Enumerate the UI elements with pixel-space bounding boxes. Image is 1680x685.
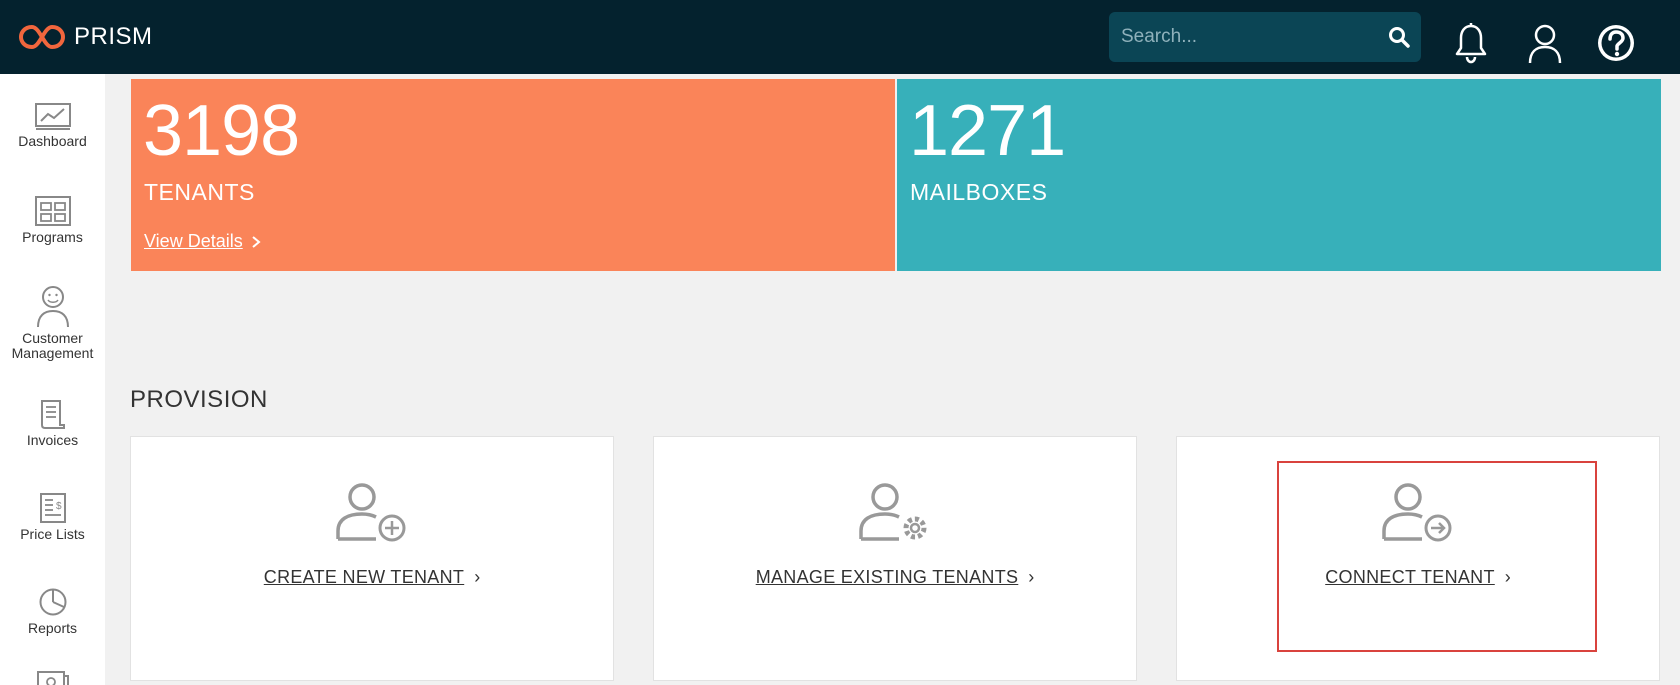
chart-icon [34, 103, 71, 130]
search-icon[interactable] [1387, 25, 1411, 49]
tenants-label: TENANTS [144, 179, 255, 205]
view-details-link[interactable]: View Details [144, 231, 261, 252]
sidebar-item-reports[interactable]: Reports [0, 587, 105, 636]
connect-tenant-label: CONNECT TENANT [1325, 567, 1495, 587]
mailboxes-label: MAILBOXES [910, 179, 1048, 205]
brand[interactable]: PRISM [18, 22, 153, 52]
manage-existing-tenants-link[interactable]: MANAGE EXISTING TENANTS › [654, 567, 1136, 588]
document-icon [36, 671, 69, 685]
manage-existing-tenants-label: MANAGE EXISTING TENANTS [755, 567, 1019, 587]
invoice-icon [40, 400, 65, 429]
user-add-icon [336, 483, 406, 542]
pie-icon [39, 588, 66, 616]
user-connect-icon [1382, 483, 1452, 542]
sidebar-item-label: Reports [27, 620, 78, 636]
help-icon[interactable] [1596, 22, 1636, 64]
top-bar: PRISM [0, 0, 1680, 74]
sidebar-item-label: Programs [22, 229, 83, 245]
sidebar-item-label: Price Lists [20, 526, 85, 542]
tenants-tile: 3198 TENANTS View Details [131, 79, 895, 271]
sidebar-item-label: Dashboard [18, 133, 87, 149]
chevron-right-icon: › [474, 567, 481, 587]
user-icon[interactable] [1525, 22, 1565, 64]
mailboxes-count: 1271 [909, 91, 1066, 171]
chevron-right-icon [252, 235, 261, 248]
chevron-right-icon: › [1028, 567, 1035, 587]
connect-tenant-card[interactable]: CONNECT TENANT › [1176, 436, 1660, 681]
sidebar-item-label: Invoices [26, 432, 79, 448]
sidebar-item-more[interactable] [0, 670, 105, 685]
grid-icon [34, 196, 71, 226]
search-input[interactable] [1109, 12, 1379, 62]
customer-icon [36, 286, 69, 327]
sidebar-item-price-lists[interactable]: $ Price Lists [0, 493, 105, 542]
create-new-tenant-label: CREATE NEW TENANT [263, 567, 465, 587]
price-list-icon: $ [39, 493, 66, 523]
view-details-label: View Details [144, 231, 243, 251]
search-box [1109, 12, 1421, 62]
user-settings-icon [859, 483, 927, 541]
sidebar-item-programs[interactable]: Programs [0, 196, 105, 245]
svg-text:$: $ [56, 501, 62, 512]
sidebar-item-invoices[interactable]: Invoices [0, 399, 105, 448]
tenants-count: 3198 [143, 91, 300, 171]
prism-logo-icon [18, 24, 66, 50]
sidebar-item-label: Customer Management [11, 330, 94, 361]
brand-name: PRISM [74, 23, 153, 50]
chevron-right-icon: › [1504, 567, 1511, 587]
manage-existing-tenants-card[interactable]: MANAGE EXISTING TENANTS › [653, 436, 1137, 681]
sidebar-item-dashboard[interactable]: Dashboard [0, 102, 105, 149]
create-new-tenant-link[interactable]: CREATE NEW TENANT › [131, 567, 613, 588]
bell-icon[interactable] [1451, 22, 1491, 64]
provision-title: PROVISION [130, 386, 268, 413]
mailboxes-tile: 1271 MAILBOXES [897, 79, 1661, 271]
sidebar: Dashboard Programs Customer Management I… [0, 74, 105, 685]
connect-tenant-link[interactable]: CONNECT TENANT › [1177, 567, 1659, 588]
sidebar-item-customer-management[interactable]: Customer Management [0, 285, 105, 361]
create-new-tenant-card[interactable]: CREATE NEW TENANT › [130, 436, 614, 681]
